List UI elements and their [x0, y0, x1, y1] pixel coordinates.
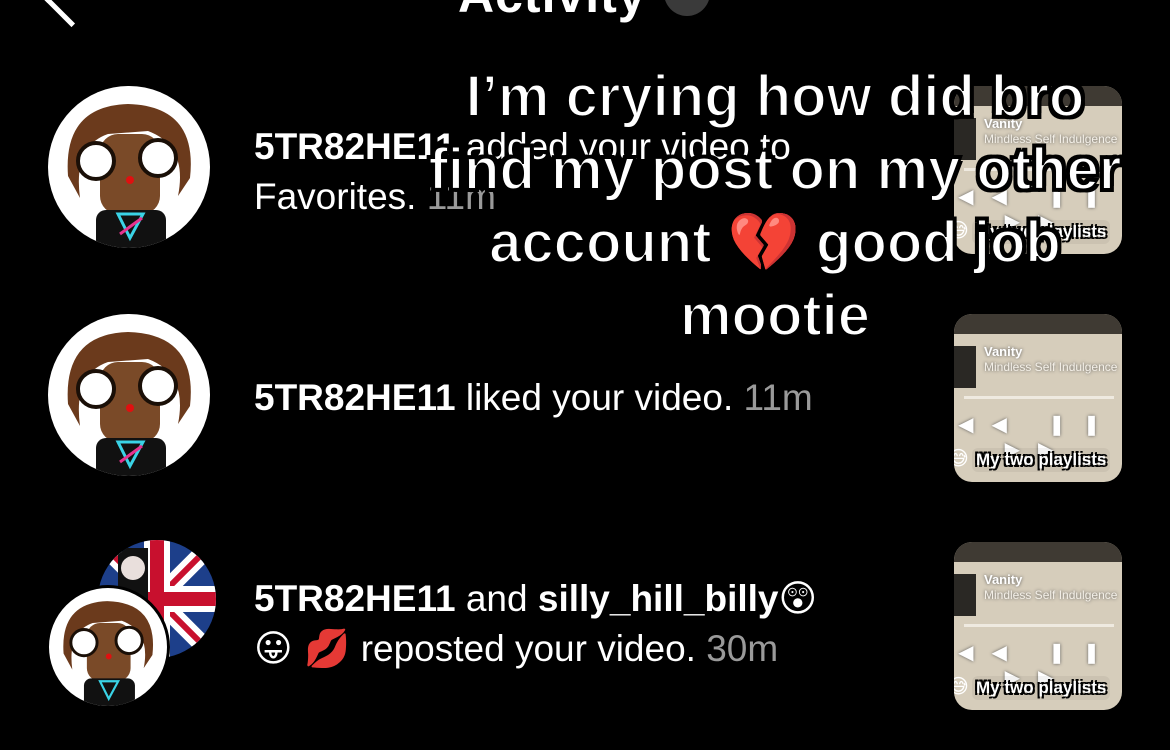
username-2[interactable]: silly_hill_billy [538, 578, 779, 619]
astonished-emoji-icon: 😲 [778, 577, 818, 620]
timestamp: 11m [743, 377, 813, 418]
thumbnail-emoji: 😅 [954, 674, 969, 698]
avatar-character-icon [63, 601, 154, 706]
back-chevron-icon[interactable] [43, 0, 100, 28]
notification-text: 5TR82HE11 liked your video. 11m [254, 377, 813, 418]
avatar[interactable] [48, 314, 210, 476]
progress-bar [964, 396, 1114, 399]
thumbnail-emoji: 😅 [954, 446, 969, 470]
avatar-character-icon [67, 104, 191, 248]
notification-text: 5TR82HE11 and silly_hill_billy😲 😛 💋 repo… [254, 577, 818, 670]
username[interactable]: 5TR82HE11 [254, 578, 456, 619]
video-thumbnail[interactable]: Vanity Mindless Self Indulgence ◀◀ ❚❚ ▶▶… [954, 542, 1122, 710]
avatar[interactable] [48, 86, 210, 248]
page-title: Activity [458, 0, 647, 24]
username[interactable]: 5TR82HE11 [254, 377, 456, 418]
broken-heart-icon: 💔 [727, 207, 801, 277]
progress-bar [964, 624, 1114, 627]
overlay-caption: I’m crying how did bro find my post on m… [428, 63, 1123, 349]
avatar-character-icon [67, 332, 191, 476]
info-icon[interactable] [664, 0, 710, 16]
tongue-kiss-emoji-icon: 😛 💋 [254, 627, 351, 670]
timestamp: 30m [706, 628, 779, 669]
avatar[interactable] [46, 585, 170, 709]
